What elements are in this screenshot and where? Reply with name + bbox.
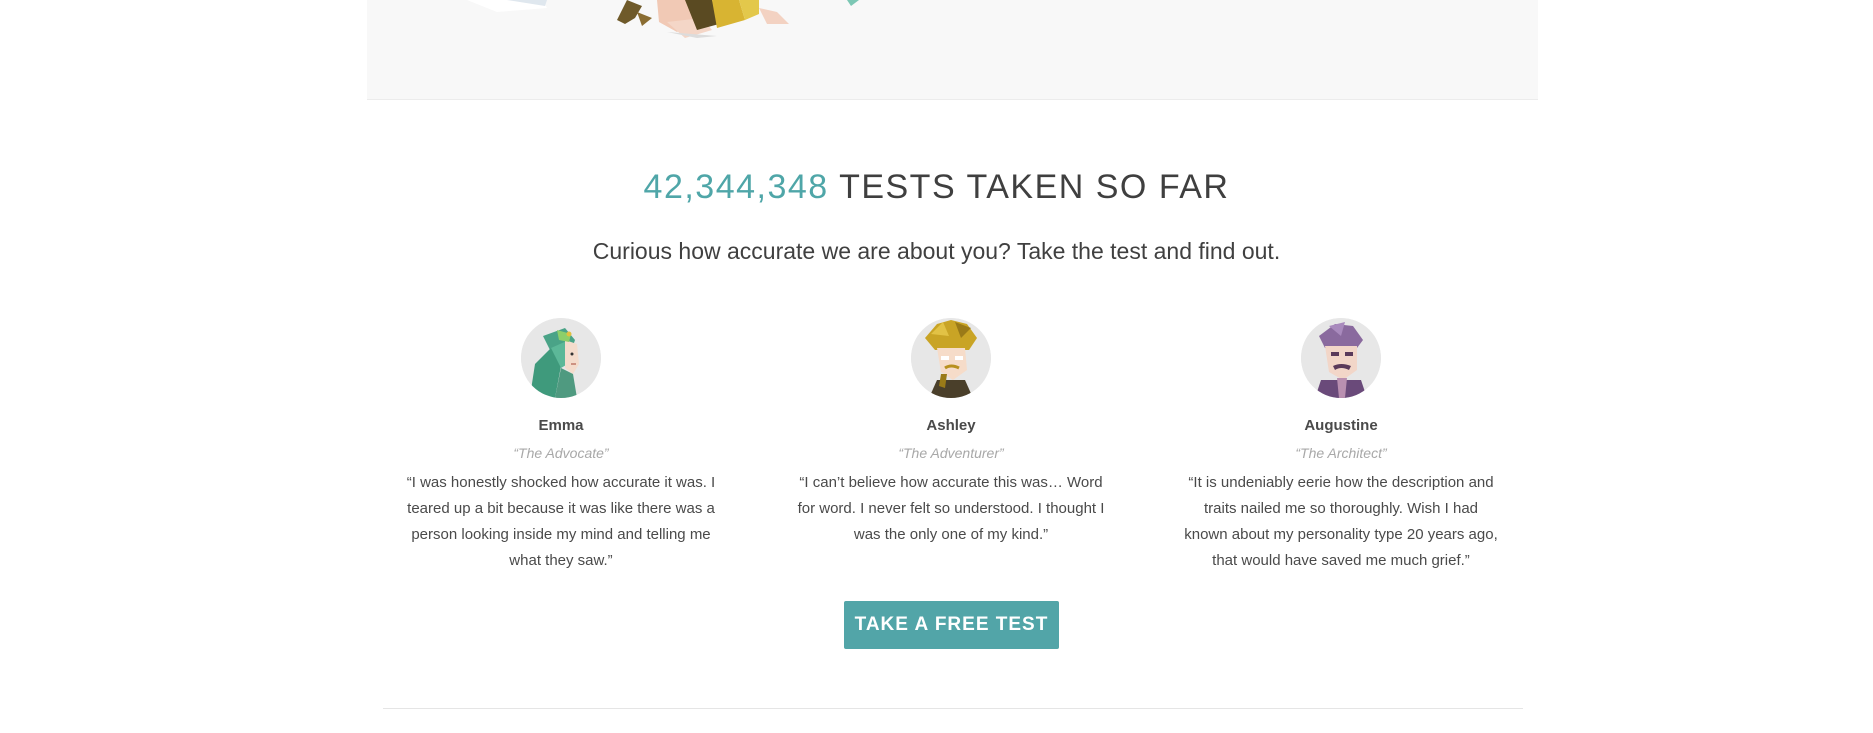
tests-count: 42,344,348 [643,168,829,206]
tests-counter-heading: 42,344,348 TESTS TAKEN SO FAR [0,168,1873,207]
testimonial-type: “The Architect” [1295,445,1387,461]
section-divider [383,708,1523,709]
testimonial-name: Emma [538,417,584,434]
testimonial-card: Ashley “The Adventurer” “I can’t believe… [786,318,1116,548]
subtitle: Curious how accurate we are about you? T… [592,238,1281,264]
tests-count-label: TESTS TAKEN SO FAR [839,168,1230,206]
architect-avatar-icon [1301,318,1381,398]
testimonial-card: Emma “The Advocate” “I was honestly shoc… [396,318,726,574]
testimonial-quote: “I was honestly shocked how accurate it … [406,474,716,569]
testimonial-quote: “I can’t believe how accurate this was… … [797,474,1105,543]
page: 42,344,348 TESTS TAKEN SO FAR Curious ho… [0,0,1873,733]
take-free-test-button[interactable]: TAKE A FREE TEST [844,601,1059,649]
advocate-avatar-icon [521,318,601,398]
hero-banner [367,0,1538,100]
adventurer-avatar-icon [911,318,991,398]
testimonial-name: Augustine [1304,417,1378,434]
testimonial-quote: “It is undeniably eerie how the descript… [1184,474,1498,569]
testimonial-type: “The Advocate” [513,445,609,461]
testimonial-card: Augustine “The Architect” “It is undenia… [1176,318,1506,574]
testimonial-type: “The Adventurer” [898,445,1004,461]
personality-characters-illustration [467,0,859,38]
testimonial-name: Ashley [926,417,976,434]
